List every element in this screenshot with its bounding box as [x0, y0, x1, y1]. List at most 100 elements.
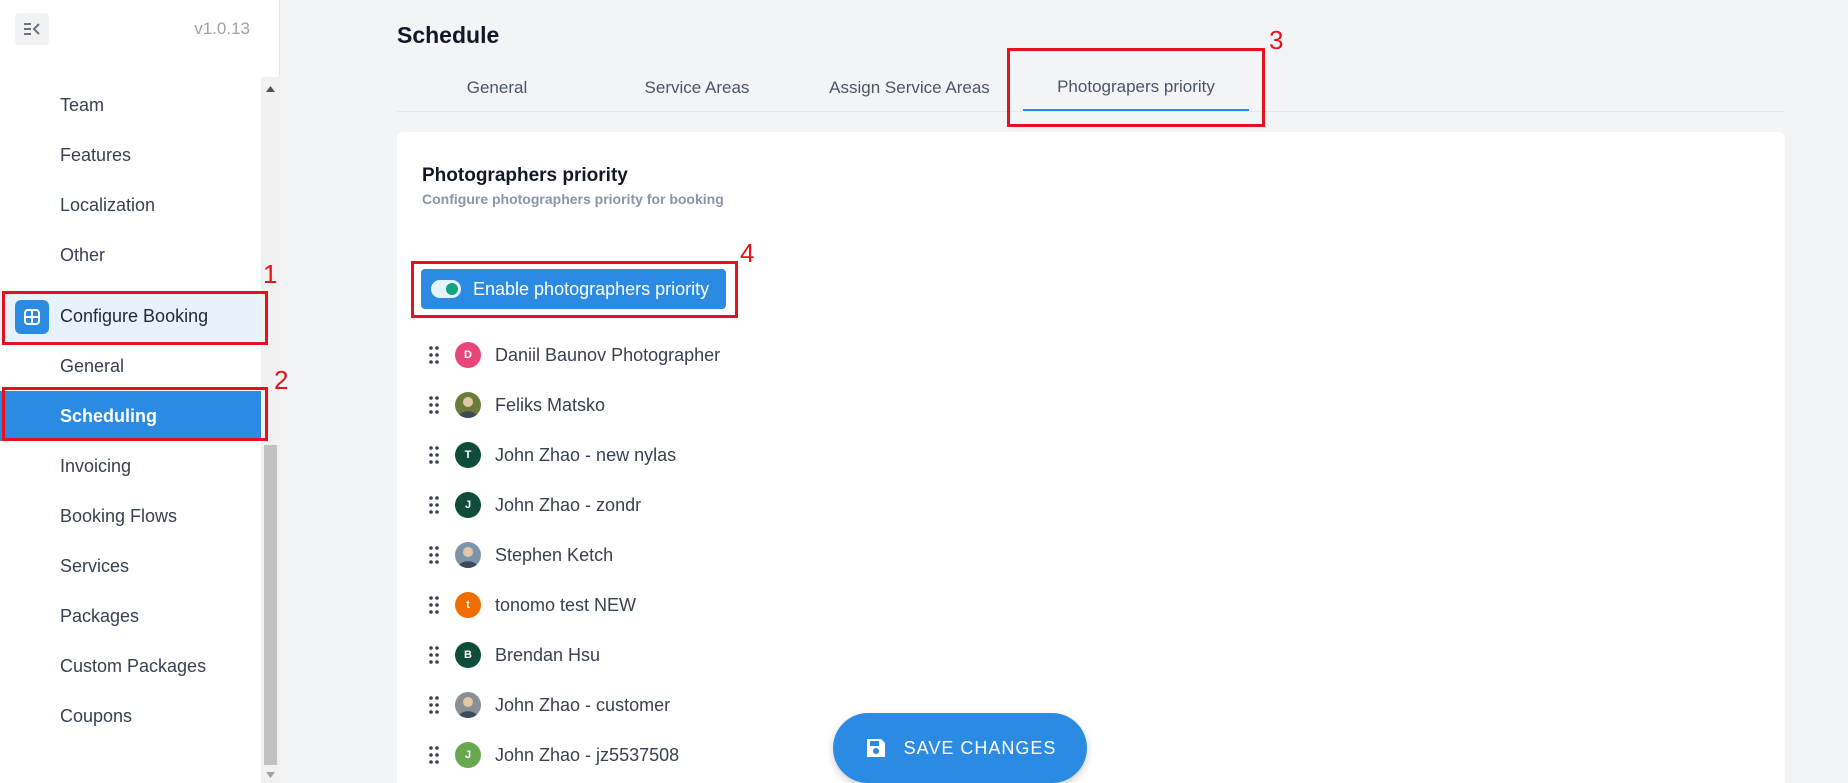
save-changes-button[interactable]: SAVE CHANGES: [833, 713, 1087, 783]
sidebar-item-configure-booking[interactable]: Configure Booking: [0, 291, 261, 341]
floppy-disk-icon: [864, 736, 888, 760]
tab-label: Service Areas: [644, 77, 750, 97]
photographer-row[interactable]: B Brendan Hsu: [427, 635, 600, 675]
sidebar-item-features[interactable]: Features: [0, 130, 261, 180]
app-version: v1.0.13: [194, 19, 250, 38]
photographer-row[interactable]: t tonomo test NEW: [427, 585, 636, 625]
drag-handle-icon[interactable]: [427, 745, 441, 765]
sidebar: v1.0.13 Team Features Localization Other…: [0, 0, 280, 783]
booking-grid-icon: [15, 300, 49, 334]
drag-handle-icon[interactable]: [427, 345, 441, 365]
card-title: Photographers priority: [422, 165, 628, 186]
scrollbar-thumb[interactable]: [264, 445, 277, 765]
avatar-photo-icon: [458, 547, 478, 568]
avatar-initial: t: [466, 599, 470, 611]
sidebar-item-localization[interactable]: Localization: [0, 180, 261, 230]
drag-handle-icon[interactable]: [427, 595, 441, 615]
sidebar-item-label: Custom Packages: [60, 655, 207, 676]
photographer-row[interactable]: Stephen Ketch: [427, 535, 613, 575]
photographer-name: Brendan Hsu: [495, 644, 601, 665]
photographer-name: Feliks Matsko: [495, 394, 606, 415]
sidebar-item-label: Invoicing: [60, 455, 132, 476]
sidebar-item-services[interactable]: Services: [0, 541, 261, 591]
photographer-name: John Zhao - customer: [495, 694, 671, 715]
sidebar-item-label: Booking Flows: [60, 505, 178, 526]
tab-bar: General Service Areas Assign Service Are…: [397, 64, 1785, 112]
sidebar-item-label: Services: [60, 555, 130, 576]
drag-handle-icon[interactable]: [427, 495, 441, 515]
photographer-row[interactable]: T John Zhao - new nylas: [427, 435, 676, 475]
sidebar-item-label: Localization: [60, 194, 156, 215]
tab-label: Photograpers priority: [1057, 76, 1215, 96]
avatar-photo-icon: [458, 697, 478, 718]
avatar: T: [455, 442, 481, 468]
photographer-name: John Zhao - jz5537508: [495, 744, 680, 765]
photographer-name: Stephen Ketch: [495, 544, 614, 565]
avatar: J: [455, 742, 481, 768]
sidebar-item-custom-packages[interactable]: Custom Packages: [0, 641, 261, 691]
avatar-initial: J: [464, 499, 472, 511]
avatar: [455, 392, 481, 418]
avatar: [455, 542, 481, 568]
tab-general[interactable]: General: [397, 64, 597, 111]
drag-handle-icon[interactable]: [427, 695, 441, 715]
sidebar-item-label: Team: [60, 94, 105, 115]
photographer-row[interactable]: J John Zhao - zondr: [427, 485, 641, 525]
photographer-row[interactable]: Feliks Matsko: [427, 385, 605, 425]
sidebar-item-label: Other: [60, 244, 106, 265]
tab-label: General: [466, 77, 528, 97]
annotation-number-4: 4: [740, 238, 755, 268]
sidebar-menu: Team Features Localization Other Configu…: [0, 77, 261, 783]
sidebar-scrollbar[interactable]: [261, 77, 280, 783]
toggle-label: Enable photographers priority: [473, 278, 710, 299]
drag-handle-icon[interactable]: [427, 645, 441, 665]
avatar: t: [455, 592, 481, 618]
tab-label: Assign Service Areas: [829, 77, 990, 97]
sidebar-item-packages[interactable]: Packages: [0, 591, 261, 641]
photographer-name: tonomo test NEW: [495, 594, 637, 615]
sidebar-item-label: Coupons: [60, 705, 133, 726]
drag-handle-icon[interactable]: [427, 395, 441, 415]
avatar: B: [455, 642, 481, 668]
sidebar-item-coupons[interactable]: Coupons: [0, 691, 261, 741]
photographer-name: John Zhao - zondr: [495, 494, 642, 515]
photographer-row[interactable]: D Daniil Baunov Photographer: [427, 335, 720, 375]
collapse-sidebar-button[interactable]: [15, 13, 49, 45]
annotation-number-1: 1: [263, 259, 278, 289]
card-subtitle: Configure photographers priority for boo…: [422, 191, 724, 207]
sidebar-item-scheduling[interactable]: Scheduling: [0, 391, 261, 441]
avatar-initial: B: [464, 649, 472, 661]
avatar: [455, 692, 481, 718]
avatar-initial: T: [464, 449, 472, 461]
page-title: Schedule: [397, 22, 500, 48]
scroll-down-icon[interactable]: [261, 769, 280, 781]
toggle-knob: [446, 283, 458, 295]
sidebar-item-general[interactable]: General: [0, 341, 261, 391]
sidebar-item-invoicing[interactable]: Invoicing: [0, 441, 261, 491]
sidebar-item-label: Configure Booking: [60, 305, 209, 326]
sidebar-item-label: Packages: [60, 605, 140, 626]
tab-service-areas[interactable]: Service Areas: [597, 64, 797, 111]
photographers-priority-card: Photographers priority Configure photogr…: [397, 132, 1785, 783]
scroll-up-icon[interactable]: [261, 83, 280, 95]
sidebar-item-team[interactable]: Team: [0, 80, 261, 130]
collapse-icon: [24, 23, 40, 35]
enable-priority-toggle[interactable]: Enable photographers priority: [421, 269, 726, 309]
sidebar-item-booking-flows[interactable]: Booking Flows: [0, 491, 261, 541]
avatar-photo-icon: [458, 397, 478, 418]
sidebar-item-label: Features: [60, 144, 132, 165]
drag-handle-icon[interactable]: [427, 545, 441, 565]
sidebar-item-other[interactable]: Other: [0, 230, 261, 280]
tab-photographers-priority[interactable]: Photograpers priority: [1023, 64, 1249, 111]
drag-handle-icon[interactable]: [427, 445, 441, 465]
sidebar-item-label: Scheduling: [60, 405, 158, 426]
photographer-row[interactable]: John Zhao - customer: [427, 685, 670, 725]
tab-assign-service-areas[interactable]: Assign Service Areas: [797, 64, 1022, 111]
toggle-switch[interactable]: [431, 280, 461, 298]
avatar: J: [455, 492, 481, 518]
save-button-label: SAVE CHANGES: [903, 737, 1057, 758]
photographer-name: John Zhao - new nylas: [495, 444, 677, 465]
photographer-row[interactable]: J John Zhao - jz5537508: [427, 735, 679, 775]
avatar-initial: J: [464, 749, 472, 761]
avatar-initial: D: [464, 349, 472, 361]
